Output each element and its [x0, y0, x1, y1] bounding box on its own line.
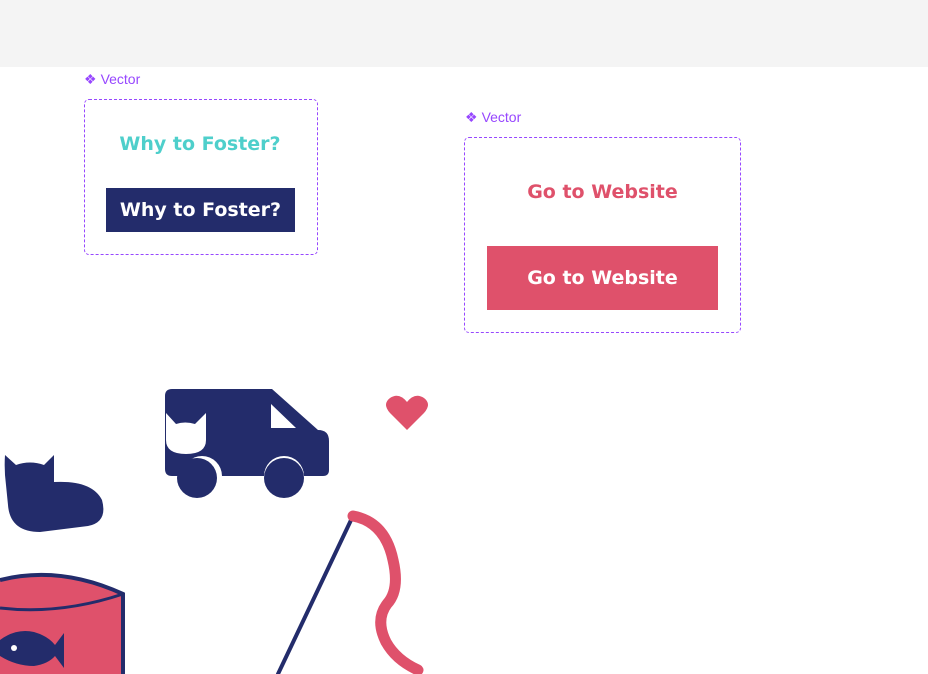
go-to-website-text-button[interactable]: Go to Website [487, 172, 718, 212]
component-label-text: Vector [100, 71, 141, 87]
fishing-rod-toy-icon [276, 510, 424, 674]
why-to-foster-text-button[interactable]: Why to Foster? [108, 126, 292, 162]
go-to-website-filled-button[interactable]: Go to Website [487, 246, 718, 310]
component-label-text: Vector [481, 109, 522, 125]
heart-icon [386, 395, 428, 430]
component-diamond-icon: ❖ [465, 109, 478, 125]
delivery-van-icon [165, 389, 329, 498]
why-to-foster-filled-button[interactable]: Why to Foster? [106, 188, 295, 232]
van-cat-head-icon [166, 413, 206, 454]
cat-food-can-icon [0, 572, 125, 674]
canvas-top-bar [0, 0, 928, 67]
component-diamond-icon: ❖ [84, 71, 97, 87]
component-label-foster[interactable]: ❖ Vector [84, 71, 140, 87]
cat-icon [4, 455, 104, 532]
fish-icon [0, 631, 64, 668]
component-label-website[interactable]: ❖ Vector [465, 109, 521, 125]
